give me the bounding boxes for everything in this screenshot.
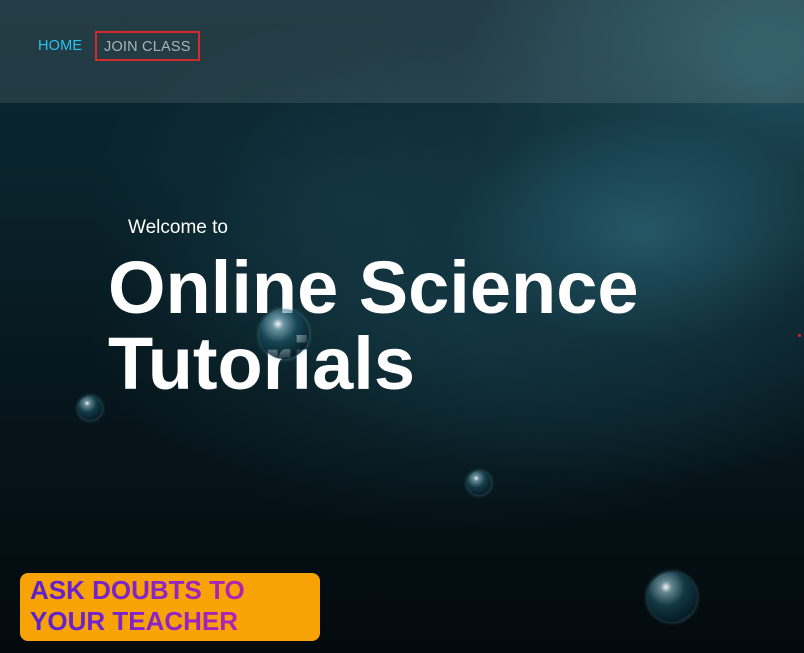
navbar: HOME JOIN CLASS xyxy=(0,0,804,103)
page: HOME JOIN CLASS Welcome to Online Scienc… xyxy=(0,0,804,653)
bubble-decoration xyxy=(467,471,491,495)
bubble-decoration xyxy=(78,396,102,420)
red-dot-marker xyxy=(798,334,801,337)
bubble-decoration xyxy=(647,572,697,622)
ask-doubts-label: ASK DOUBTS TO YOUR TEACHER xyxy=(30,575,310,637)
hero-welcome-text: Welcome to xyxy=(128,217,228,238)
nav-join-class-link[interactable]: JOIN CLASS xyxy=(95,31,200,61)
hero-title: Online Science Tutorials xyxy=(108,246,639,405)
bubble-decoration xyxy=(259,309,309,359)
nav-home-link[interactable]: HOME xyxy=(38,38,82,54)
ask-doubts-button[interactable]: ASK DOUBTS TO YOUR TEACHER xyxy=(20,573,320,641)
